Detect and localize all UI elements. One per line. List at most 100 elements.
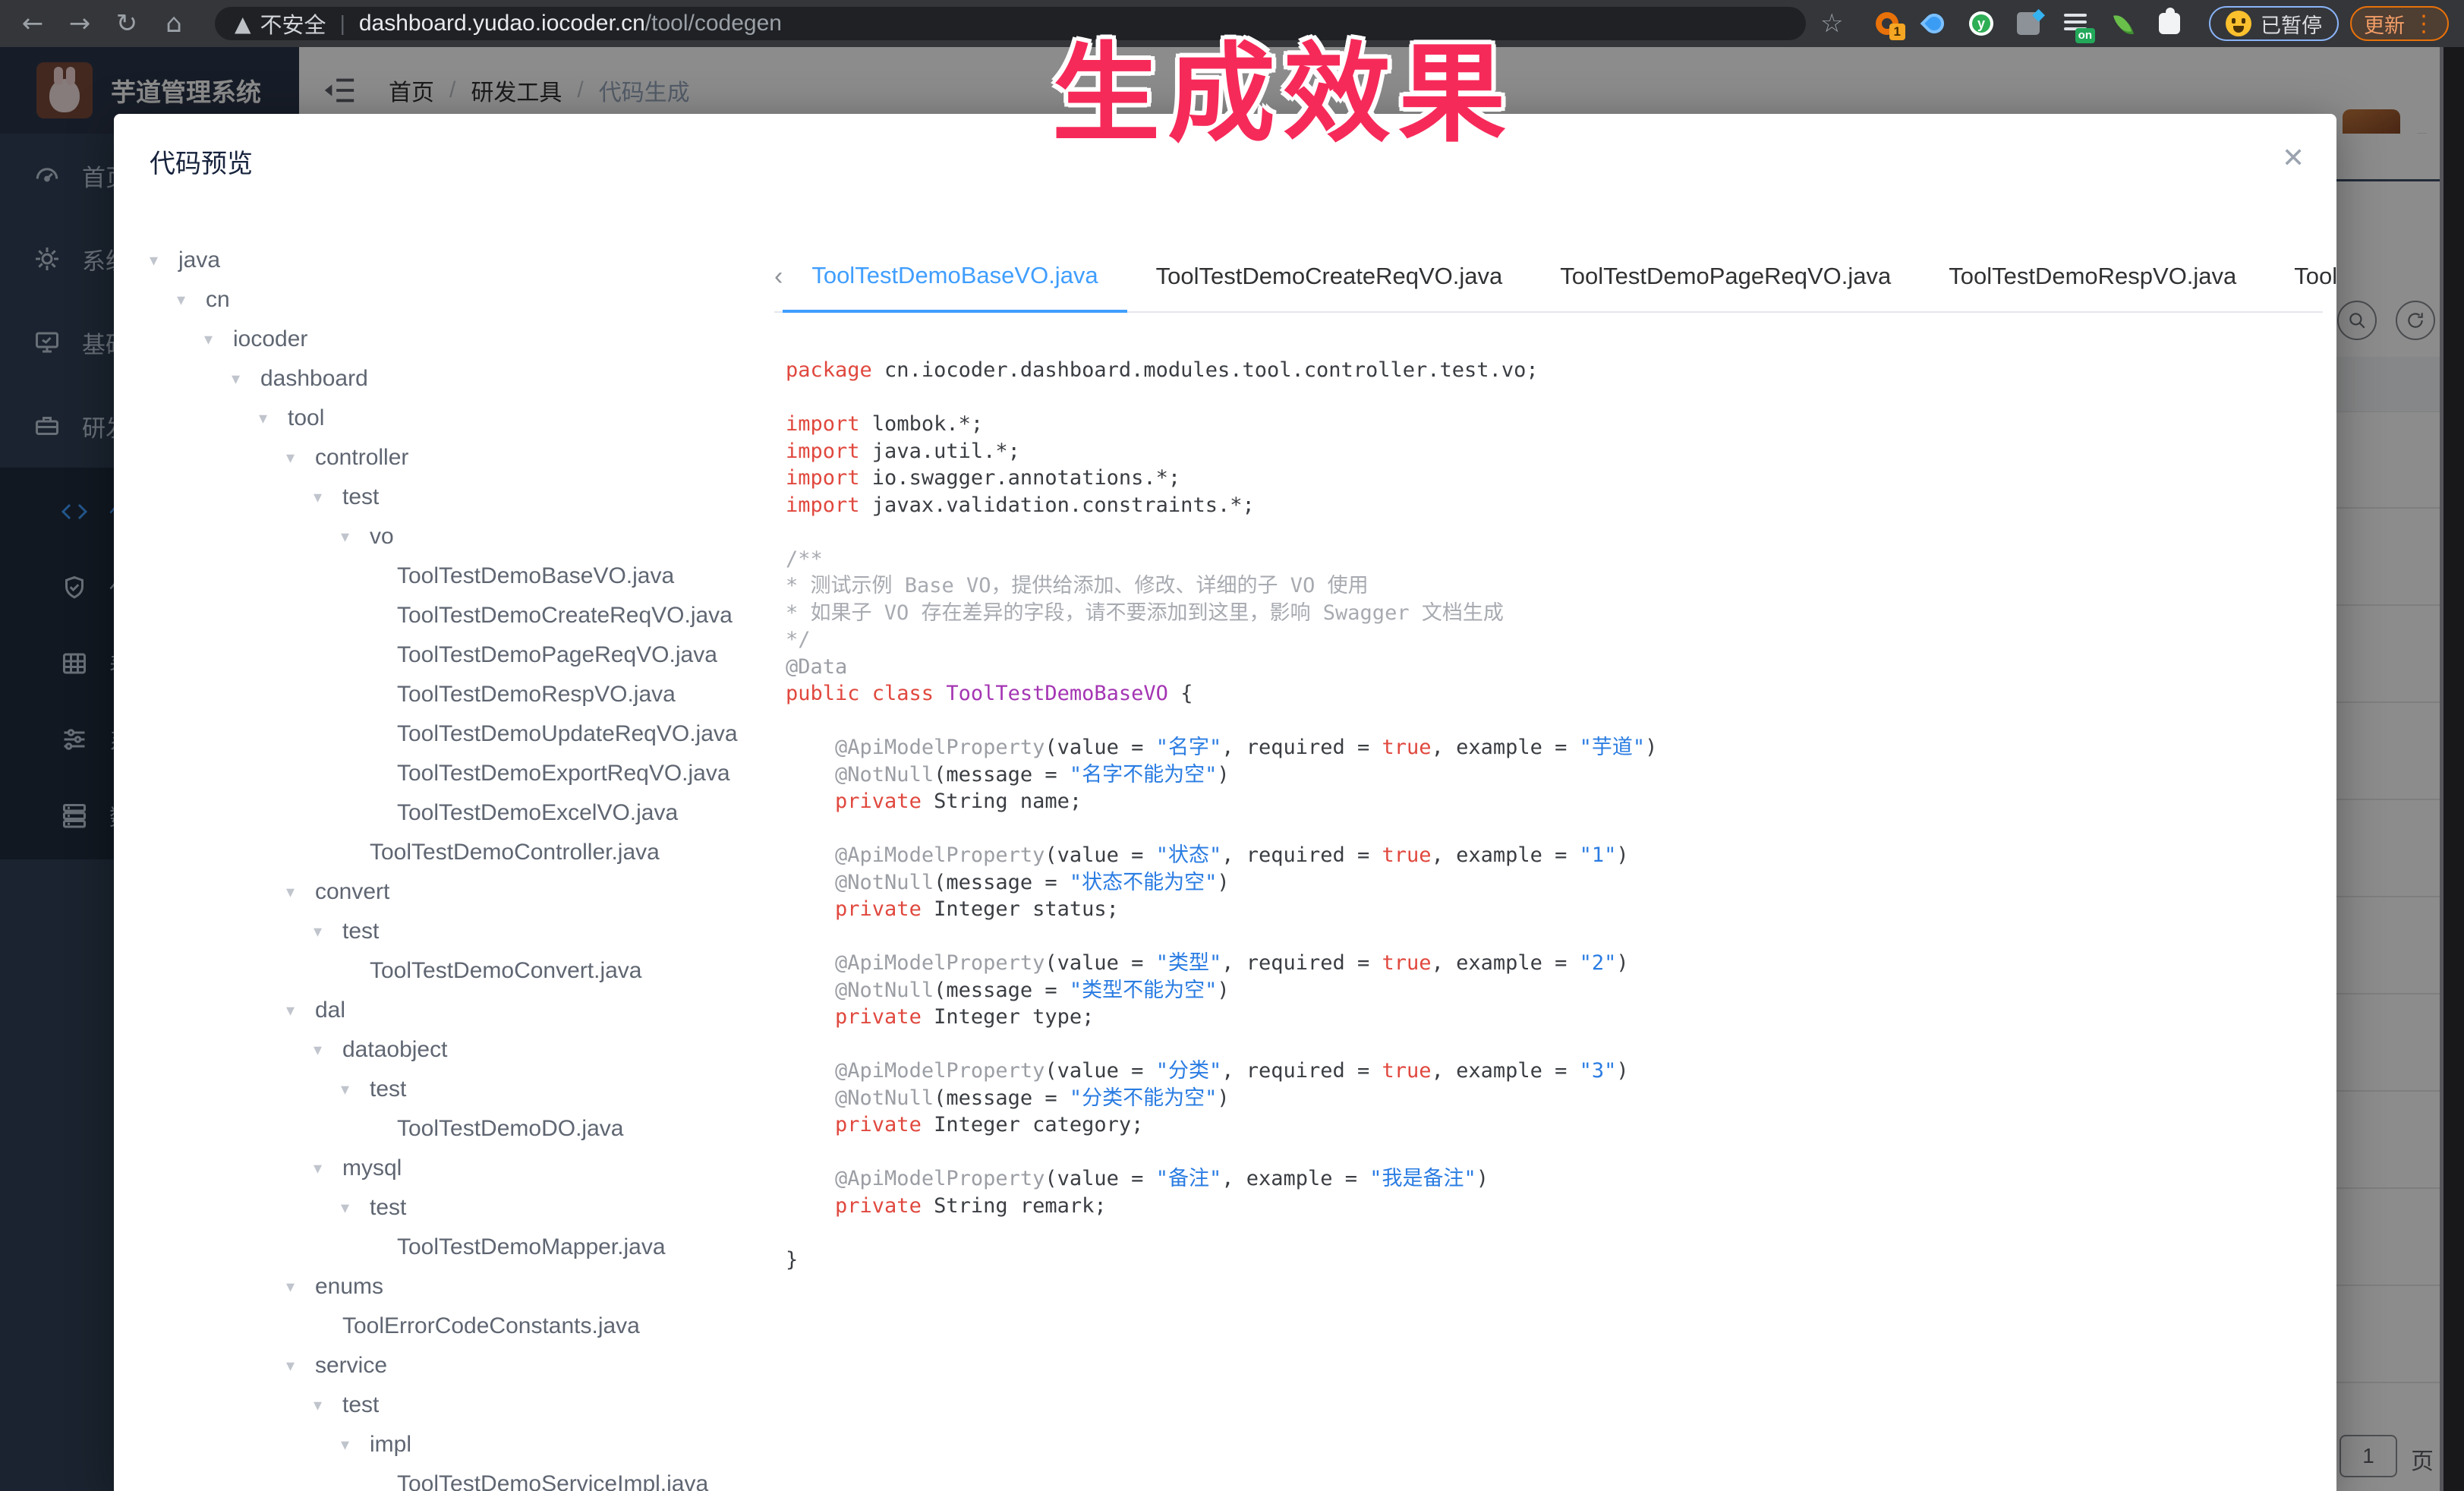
browser-menu-icon[interactable]: ⋮ — [2412, 11, 2435, 37]
caret-down-icon[interactable]: ▾ — [286, 449, 303, 468]
tree-node-label: cn — [206, 287, 230, 313]
code-line: @ApiModelProperty(value = "状态", required… — [786, 842, 2304, 869]
extension-icon-grid[interactable]: ◆ — [2015, 10, 2042, 37]
caret-down-icon[interactable]: ▾ — [259, 409, 276, 428]
bookmark-star-icon[interactable]: ☆ — [1820, 8, 1843, 39]
caret-down-icon[interactable]: ▾ — [150, 251, 166, 270]
file-tab[interactable]: ToolTestDemoCreateReqVO.java — [1127, 241, 1532, 313]
code-line: /** — [786, 546, 2304, 573]
caret-down-icon[interactable]: ▾ — [341, 1199, 358, 1218]
file-tab[interactable]: ToolTestDemoBaseVO.java — [783, 241, 1126, 313]
file-tab[interactable]: ToolTe — [2265, 241, 2336, 313]
tree-node-label: ToolTestDemoCreateReqVO.java — [397, 603, 733, 629]
tree-node-label: ToolTestDemoConvert.java — [370, 958, 642, 984]
tree-file[interactable]: ▾ToolTestDemoBaseVO.java — [150, 556, 757, 596]
right-panel-strip[interactable] — [2440, 47, 2464, 1491]
tree-folder[interactable]: ▾ controller — [150, 438, 757, 478]
tree-file[interactable]: ▾ToolTestDemoConvert.java — [150, 951, 757, 991]
address-bar[interactable]: ▲ 不安全 | dashboard.yudao.iocoder.cn/tool/… — [215, 7, 1806, 40]
tree-node-label: convert — [315, 879, 389, 905]
browser-forward-icon[interactable]: → — [61, 8, 99, 39]
tree-file[interactable]: ▾ToolTestDemoExcelVO.java — [150, 793, 757, 833]
tree-folder[interactable]: ▾iocoder — [150, 320, 757, 359]
code-line: private Integer category; — [786, 1111, 2304, 1139]
caret-down-icon[interactable]: ▾ — [314, 1159, 330, 1178]
tree-file[interactable]: ▾ToolTestDemoExportReqVO.java — [150, 754, 757, 793]
tree-folder[interactable]: ▾ test — [150, 478, 757, 517]
extension-icon-list[interactable]: on — [2062, 10, 2089, 37]
tree-node-label: controller — [315, 445, 408, 471]
tree-folder[interactable]: ▾ convert — [150, 872, 757, 912]
tree-file[interactable]: ▾ToolTestDemoController.java — [150, 833, 757, 872]
caret-down-icon[interactable]: ▾ — [204, 330, 221, 349]
extensions-puzzle-icon[interactable] — [2156, 10, 2183, 37]
close-icon[interactable]: ✕ — [2282, 143, 2305, 174]
tree-folder[interactable]: ▾vo — [150, 517, 757, 556]
tree-folder[interactable]: ▾dataobject — [150, 1030, 757, 1070]
address-divider: | — [340, 11, 345, 36]
caret-down-icon[interactable]: ▾ — [286, 1278, 303, 1297]
code-line: private Integer status; — [786, 896, 2304, 923]
code-line: private Integer type; — [786, 1004, 2304, 1031]
tree-node-label: test — [342, 484, 379, 510]
tree-folder[interactable]: ▾impl — [150, 1425, 757, 1464]
extension-icon-sprout[interactable] — [2109, 10, 2136, 37]
profile-emoji-icon — [2226, 11, 2251, 36]
tree-node-label: ToolTestDemoExportReqVO.java — [397, 761, 730, 786]
caret-down-icon[interactable]: ▾ — [286, 883, 303, 902]
tree-node-label: ToolTestDemoDO.java — [397, 1116, 623, 1142]
tree-folder[interactable]: ▾java — [150, 241, 757, 280]
tree-file[interactable]: ▾ToolTestDemoDO.java — [150, 1109, 757, 1149]
tree-file[interactable]: ▾ToolTestDemoUpdateReqVO.java — [150, 714, 757, 754]
caret-down-icon[interactable]: ▾ — [286, 1357, 303, 1376]
tree-folder[interactable]: ▾test — [150, 1385, 757, 1425]
file-tab[interactable]: ToolTestDemoPageReqVO.java — [1531, 241, 1920, 313]
caret-down-icon[interactable]: ▾ — [341, 528, 358, 547]
tree-file[interactable]: ▾ToolTestDemoPageReqVO.java — [150, 635, 757, 675]
caret-down-icon[interactable]: ▾ — [314, 1396, 330, 1415]
browser-update-button[interactable]: 更新 ⋮ — [2350, 6, 2449, 41]
tree-file[interactable]: ▾ToolTestDemoServiceImpl.java — [150, 1464, 757, 1491]
tree-folder[interactable]: ▾dal — [150, 991, 757, 1030]
tree-folder[interactable]: ▾service — [150, 1346, 757, 1385]
url-host: dashboard.yudao.iocoder.cn — [359, 11, 645, 36]
code-line — [786, 519, 2304, 546]
tree-node-label: ToolTestDemoPageReqVO.java — [397, 642, 717, 668]
tree-folder[interactable]: ▾dashboard — [150, 359, 757, 399]
caret-down-icon[interactable]: ▾ — [286, 1001, 303, 1020]
caret-down-icon[interactable]: ▾ — [314, 922, 330, 941]
tree-node-label: test — [370, 1076, 406, 1102]
tabs-scroll-left-icon[interactable]: ‹ — [774, 241, 783, 311]
extension-icon-drop[interactable] — [1920, 10, 1948, 37]
profile-paused-chip[interactable]: 已暂停 — [2209, 6, 2339, 41]
tree-folder[interactable]: ▾ tool — [150, 399, 757, 438]
tree-folder[interactable]: ▾ test — [150, 1188, 757, 1228]
code-line: @ApiModelProperty(value = "名字", required… — [786, 734, 2304, 761]
tree-folder[interactable]: ▾ cn — [150, 280, 757, 320]
tree-file[interactable]: ▾ToolErrorCodeConstants.java — [150, 1307, 757, 1346]
caret-down-icon[interactable]: ▾ — [341, 1080, 358, 1099]
tree-node-label: ToolTestDemoServiceImpl.java — [397, 1471, 708, 1491]
caret-down-icon[interactable]: ▾ — [177, 291, 194, 310]
caret-down-icon[interactable]: ▾ — [314, 488, 330, 507]
tree-file[interactable]: ▾ToolTestDemoCreateReqVO.java — [150, 596, 757, 635]
tree-node-label: tool — [288, 405, 324, 431]
tree-folder[interactable]: ▾ test — [150, 1070, 757, 1109]
file-tab[interactable]: ToolTestDemoRespVO.java — [1920, 241, 2265, 313]
tree-file[interactable]: ▾ToolTestDemoMapper.java — [150, 1228, 757, 1267]
tree-folder[interactable]: ▾enums — [150, 1267, 757, 1307]
caret-down-icon[interactable]: ▾ — [341, 1436, 358, 1455]
tree-node-label: test — [370, 1195, 406, 1221]
tree-file[interactable]: ▾ToolTestDemoRespVO.java — [150, 675, 757, 714]
browser-home-icon[interactable]: ⌂ — [155, 8, 193, 39]
extension-icon-green-circle[interactable]: y — [1968, 10, 1995, 37]
code-line: */ — [786, 626, 2304, 654]
caret-down-icon[interactable]: ▾ — [314, 1041, 330, 1060]
code-line: @ApiModelProperty(value = "分类", required… — [786, 1058, 2304, 1085]
tree-folder[interactable]: ▾mysql — [150, 1149, 757, 1188]
caret-down-icon[interactable]: ▾ — [232, 370, 248, 389]
browser-back-icon[interactable]: ← — [14, 8, 52, 39]
tree-folder[interactable]: ▾test — [150, 912, 757, 951]
extension-icon-orange[interactable]: 1 — [1873, 10, 1901, 37]
browser-reload-icon[interactable]: ↻ — [108, 8, 146, 39]
